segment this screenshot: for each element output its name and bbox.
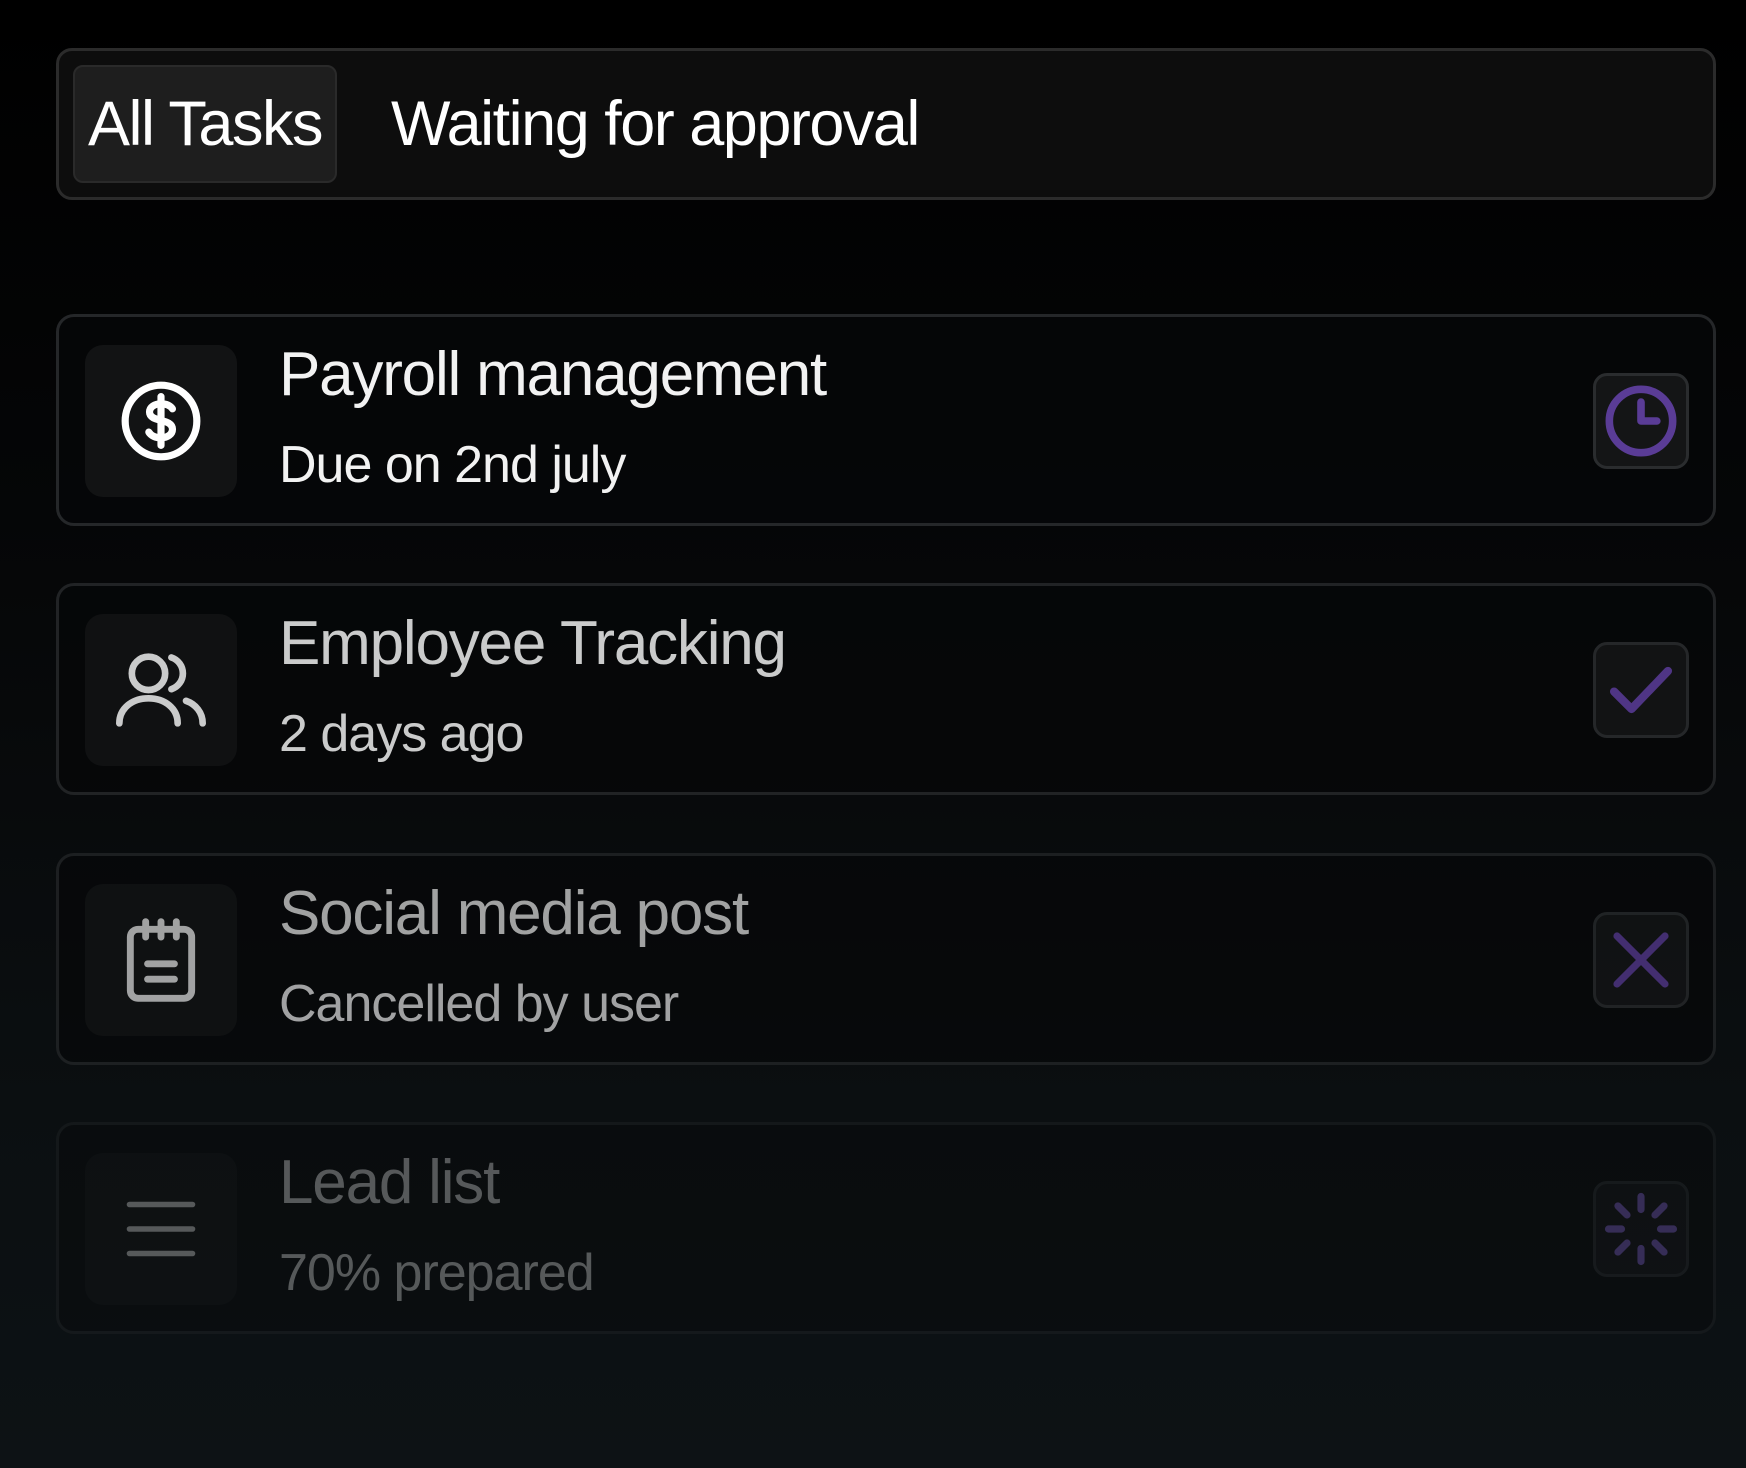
- task-icon-box: [85, 614, 237, 766]
- status-button-pending[interactable]: [1593, 373, 1689, 469]
- task-icon-box: [85, 884, 237, 1036]
- tab-all-tasks[interactable]: All Tasks: [73, 65, 337, 183]
- task-title: Employee Tracking: [279, 609, 787, 678]
- task-icon-box: [85, 1153, 237, 1305]
- loader-icon: [1604, 1192, 1678, 1266]
- users-icon: [116, 653, 207, 727]
- menu-lines-icon: [126, 1201, 196, 1257]
- tab-bar: All Tasks Waiting for approval: [56, 48, 1716, 200]
- status-button-done[interactable]: [1593, 642, 1689, 738]
- task-icon-box: [85, 345, 237, 497]
- task-card-employee-tracking[interactable]: Employee Tracking 2 days ago: [56, 583, 1716, 795]
- notepad-icon: [126, 918, 196, 1002]
- task-card-social-media[interactable]: Social media post Cancelled by user: [56, 853, 1716, 1065]
- status-button-in-progress[interactable]: [1593, 1181, 1689, 1277]
- close-icon: [1613, 932, 1669, 988]
- task-subtitle: 2 days ago: [279, 705, 524, 763]
- task-subtitle: Cancelled by user: [279, 975, 679, 1033]
- check-icon: [1609, 666, 1673, 714]
- tab-waiting-for-approval[interactable]: Waiting for approval: [391, 65, 920, 183]
- task-title: Lead list: [279, 1148, 500, 1217]
- task-title: Payroll management: [279, 340, 827, 409]
- task-subtitle: Due on 2nd july: [279, 436, 626, 494]
- task-card-lead-list[interactable]: Lead list 70% prepared: [56, 1122, 1716, 1334]
- task-subtitle: 70% prepared: [279, 1244, 595, 1302]
- task-title: Social media post: [279, 879, 749, 948]
- clock-icon: [1605, 385, 1677, 457]
- task-card-payroll[interactable]: Payroll management Due on 2nd july: [56, 314, 1716, 526]
- dollar-circle-icon: [121, 381, 201, 461]
- status-button-cancelled[interactable]: [1593, 912, 1689, 1008]
